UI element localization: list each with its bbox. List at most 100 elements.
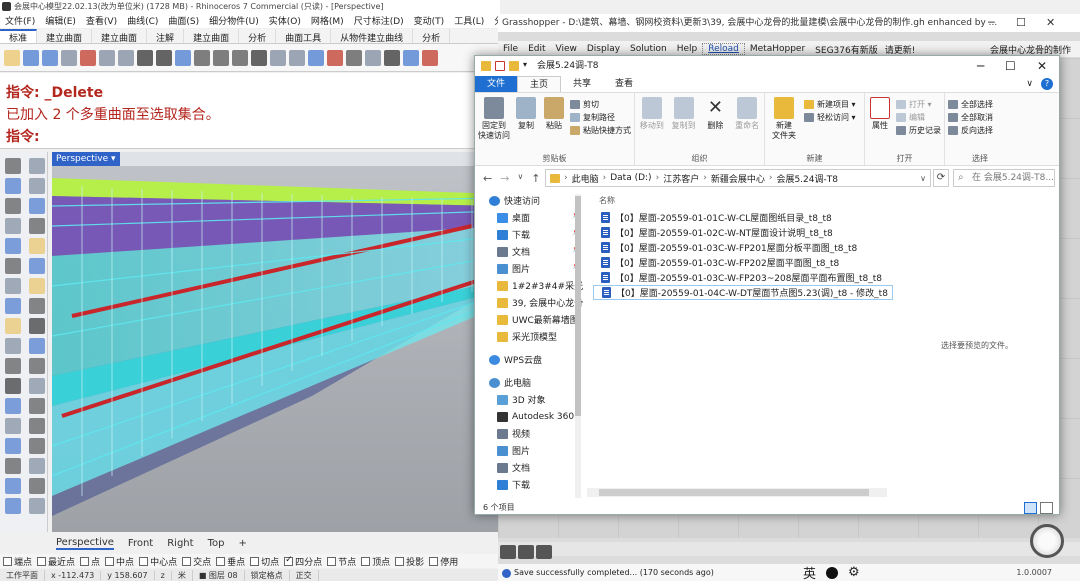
- toolbar-tool-icon[interactable]: [270, 49, 286, 66]
- osnap-toggle[interactable]: 投影: [395, 555, 424, 568]
- osnap-toggle[interactable]: 切点: [250, 555, 279, 568]
- rhino-tab[interactable]: 建立曲面: [92, 29, 148, 44]
- paste-shortcut-button[interactable]: 粘贴快捷方式: [570, 125, 631, 136]
- invert-selection-button[interactable]: 反向选择: [948, 125, 993, 136]
- scrollbar-thumb[interactable]: [599, 489, 869, 496]
- horizontal-scrollbar[interactable]: [587, 488, 887, 497]
- rhino-tab[interactable]: 建立曲面: [184, 29, 240, 44]
- toolbar-tool-icon[interactable]: [118, 49, 134, 66]
- side-tool-icon[interactable]: [29, 338, 45, 354]
- rhino-tab[interactable]: 建立曲面: [37, 29, 93, 44]
- side-tool-icon[interactable]: [29, 238, 45, 254]
- breadcrumb-separator-icon[interactable]: ›: [656, 173, 660, 183]
- copy-path-button[interactable]: 复制路径: [570, 112, 631, 123]
- file-row[interactable]: 【0】屋面-20559-01-03C-W-FP203~208屋面平面布置图_t8…: [593, 270, 893, 285]
- osnap-toggle[interactable]: 垂点: [216, 555, 245, 568]
- side-tool-icon[interactable]: [5, 378, 21, 394]
- minimize-icon[interactable]: ─: [977, 56, 984, 76]
- grasshopper-menu-item[interactable]: MetaHopper: [745, 44, 810, 54]
- toolbar-tool-icon[interactable]: [289, 49, 305, 66]
- up-arrow-icon[interactable]: ↑: [531, 172, 540, 185]
- nav-item[interactable]: 视频: [475, 425, 585, 442]
- side-tool-icon[interactable]: [29, 418, 45, 434]
- side-tool-icon[interactable]: [5, 478, 21, 494]
- recent-chevron-icon[interactable]: ∨: [517, 172, 523, 185]
- open-button[interactable]: 打开 ▾: [896, 99, 941, 110]
- breadcrumb-separator-icon[interactable]: ›: [769, 173, 773, 183]
- side-tool-icon[interactable]: [29, 358, 45, 374]
- side-tool-icon[interactable]: [29, 278, 45, 294]
- osnap-toggle[interactable]: 停用: [429, 555, 458, 568]
- rhino-tab[interactable]: 标准: [0, 29, 38, 44]
- rhino-tab[interactable]: 从物件建立曲线: [331, 29, 414, 44]
- rhino-menu-item[interactable]: 曲面(S): [163, 14, 204, 27]
- toolbar-tool-icon[interactable]: [422, 49, 438, 66]
- rhino-menu-item[interactable]: 细分物件(U): [204, 14, 264, 27]
- side-tool-icon[interactable]: [29, 318, 45, 334]
- file-row[interactable]: 【0】屋面-20559-01-03C-W-FP201屋面分板平面图_t8_t8: [593, 240, 893, 255]
- search-input[interactable]: ⌕ 在 会展5.24调-T8...: [953, 169, 1055, 187]
- side-tool-icon[interactable]: [5, 398, 21, 414]
- nav-item[interactable]: 1#2#3#4#采光: [475, 277, 585, 294]
- easy-access-button[interactable]: 轻松访问 ▾: [804, 112, 856, 123]
- nav-item[interactable]: 采光顶模型: [475, 328, 585, 345]
- grasshopper-menu-item[interactable]: 请更新!: [883, 43, 918, 56]
- cut-button[interactable]: 剪切: [570, 99, 631, 110]
- minimize-icon[interactable]: ─: [988, 14, 995, 32]
- viewport-tab[interactable]: Front: [128, 538, 153, 549]
- side-tool-icon[interactable]: [5, 158, 21, 174]
- viewport-tab[interactable]: Right: [167, 538, 193, 549]
- side-tool-icon[interactable]: [5, 278, 21, 294]
- toolbar-tool-icon[interactable]: [403, 49, 419, 66]
- side-tool-icon[interactable]: [29, 398, 45, 414]
- address-bar[interactable]: › 此电脑 › Data (D:) › 江苏客户 › 新疆会展中心 › 会展5.24调-T8 ∨: [545, 169, 931, 187]
- toolbar-tool-icon[interactable]: [213, 49, 229, 66]
- side-tool-icon[interactable]: [5, 438, 21, 454]
- toolbar-tool-icon[interactable]: [80, 49, 96, 66]
- rhino-menu-item[interactable]: 工具(L): [449, 14, 489, 27]
- nav-item[interactable]: 快速访问: [475, 192, 585, 209]
- nav-item[interactable]: UWC最新幕墙图: [475, 311, 585, 328]
- nav-item[interactable]: 下载: [475, 476, 585, 493]
- toolbar-tool-icon[interactable]: [4, 49, 20, 66]
- breadcrumb-item[interactable]: 此电脑: [572, 172, 599, 185]
- osnap-toggle[interactable]: 顶点: [361, 555, 390, 568]
- rhino-menu-item[interactable]: 网格(M): [306, 14, 349, 27]
- side-tool-icon[interactable]: [29, 178, 45, 194]
- breadcrumb-item[interactable]: Data (D:): [610, 173, 651, 183]
- toolbar-tool-icon[interactable]: [137, 49, 153, 66]
- rhino-menu-item[interactable]: 尺寸标注(D): [349, 14, 409, 27]
- osnap-toggle[interactable]: 中点: [105, 555, 134, 568]
- scrollbar-thumb[interactable]: [575, 196, 581, 416]
- details-view-icon[interactable]: [1024, 502, 1037, 514]
- side-tool-icon[interactable]: [29, 478, 45, 494]
- rhino-menu-item[interactable]: 实体(O): [264, 14, 306, 27]
- chevron-down-icon[interactable]: ∨: [920, 174, 926, 183]
- breadcrumb-separator-icon[interactable]: ›: [603, 173, 607, 183]
- side-tool-icon[interactable]: [5, 338, 21, 354]
- file-row[interactable]: 【0】屋面-20559-01-04C-W-DT屋面节点图5.23(调)_t8 -…: [593, 285, 893, 300]
- back-arrow-icon[interactable]: ←: [483, 172, 492, 185]
- ribbon-tab[interactable]: 共享: [561, 76, 603, 92]
- grasshopper-menu-item[interactable]: SEG376有新版: [810, 43, 883, 56]
- nav-item[interactable]: 文档: [475, 459, 585, 476]
- breadcrumb-item[interactable]: 新疆会展中心: [711, 172, 765, 185]
- history-button[interactable]: 历史记录: [896, 125, 941, 136]
- file-row[interactable]: 【0】屋面-20559-01-01C-W-CL屋面图纸目录_t8_t8: [593, 210, 893, 225]
- nav-item[interactable]: 文档📌: [475, 243, 585, 260]
- perspective-viewport[interactable]: [52, 166, 500, 532]
- toolbar-tool-icon[interactable]: [156, 49, 172, 66]
- side-tool-icon[interactable]: [5, 418, 21, 434]
- file-row[interactable]: 【0】屋面-20559-01-03C-W-FP202屋面平面图_t8_t8: [593, 255, 893, 270]
- maximize-icon[interactable]: ☐: [1016, 14, 1026, 32]
- toolbar-tool-icon[interactable]: [346, 49, 362, 66]
- osnap-toggle[interactable]: 中心点: [139, 555, 177, 568]
- rhino-tab[interactable]: 曲面工具: [276, 29, 332, 44]
- tool-icon[interactable]: [500, 545, 516, 559]
- breadcrumb-separator-icon[interactable]: ›: [703, 173, 707, 183]
- grasshopper-menu-item[interactable]: Reload: [702, 43, 745, 55]
- command-prompt[interactable]: 指令:: [6, 126, 500, 148]
- side-tool-icon[interactable]: [5, 298, 21, 314]
- ribbon-tab[interactable]: 主页: [517, 76, 562, 92]
- status-field[interactable]: 锁定格点: [245, 569, 290, 581]
